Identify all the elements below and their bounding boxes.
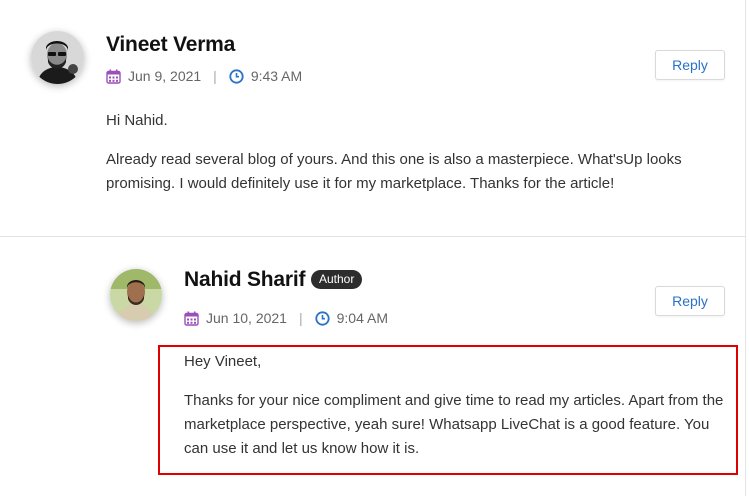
avatar [31, 31, 84, 84]
comment-meta: Jun 9, 2021 | 9:43 AM [106, 68, 302, 84]
right-border-line [745, 0, 746, 496]
avatar [110, 269, 162, 321]
comment-date: Jun 10, 2021 [206, 310, 287, 326]
calendar-icon [184, 311, 199, 326]
comment-author-name: Vineet Verma [106, 33, 236, 56]
comment-meta: Jun 10, 2021 | 9:04 AM [184, 310, 388, 326]
comment-divider [0, 236, 746, 237]
reply-button[interactable]: Reply [655, 286, 725, 316]
calendar-icon [106, 69, 121, 84]
meta-separator: | [298, 310, 303, 326]
clock-icon [315, 310, 330, 326]
comment-date: Jun 9, 2021 [128, 68, 202, 84]
clock-icon [229, 68, 244, 84]
comment-author-name: Nahid Sharif [184, 268, 306, 291]
comment-time: 9:43 AM [250, 68, 303, 84]
comment-time: 9:04 AM [336, 310, 388, 326]
highlight-box [158, 345, 738, 475]
comment-paragraph: Already read several blog of yours. And … [106, 151, 682, 192]
comment-paragraph: Hi Nahid. [106, 112, 168, 129]
author-badge: Author [311, 270, 363, 289]
meta-separator: | [213, 68, 217, 84]
reply-button[interactable]: Reply [655, 50, 725, 80]
